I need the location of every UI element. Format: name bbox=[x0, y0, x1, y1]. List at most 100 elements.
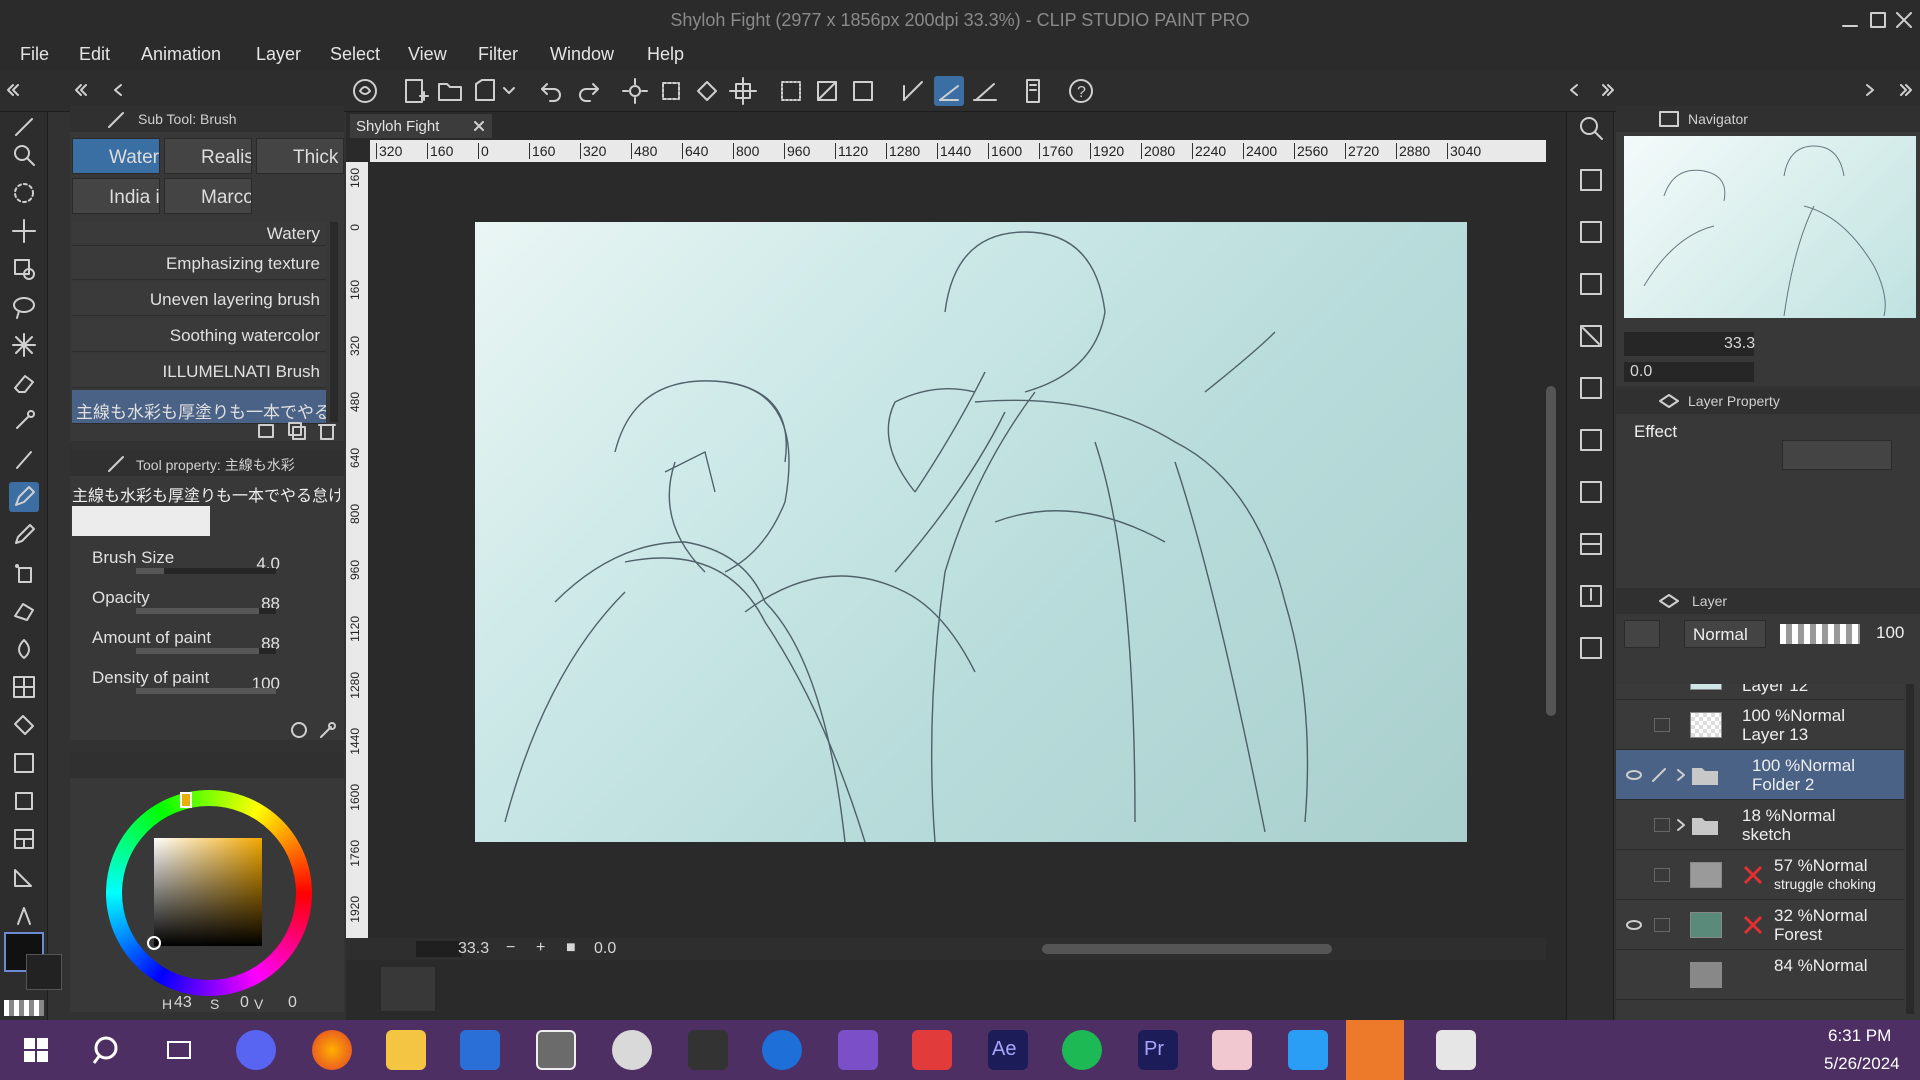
chevron-right-icon[interactable] bbox=[1862, 82, 1878, 98]
menu-select[interactable]: Select bbox=[330, 44, 380, 65]
creative-cloud-icon[interactable] bbox=[912, 1030, 952, 1070]
material-icon[interactable] bbox=[1575, 424, 1607, 456]
brush-item-selected[interactable]: 主線も水彩も厚塗りも一本でやる bbox=[72, 390, 326, 424]
clock-date[interactable]: 5/26/2024 bbox=[1824, 1054, 1900, 1074]
opacity-slider[interactable] bbox=[1780, 624, 1860, 644]
layer-row[interactable]: 57 %Normal struggle choking bbox=[1616, 850, 1904, 900]
battlenet-icon[interactable] bbox=[762, 1030, 802, 1070]
navigator-zoom-value[interactable]: 33.3 bbox=[1724, 335, 1755, 353]
menu-animation[interactable]: Animation bbox=[141, 44, 221, 65]
device-icon[interactable] bbox=[1018, 76, 1048, 106]
gamepad-icon[interactable] bbox=[688, 1030, 728, 1070]
layer-row-selected[interactable]: 100 %Normal Folder 2 bbox=[1616, 750, 1904, 800]
auto-select-icon[interactable] bbox=[9, 330, 39, 360]
layer-scrollbar[interactable] bbox=[1906, 684, 1914, 1014]
expand-right-icon[interactable] bbox=[1600, 82, 1616, 98]
ruler-snap-icon[interactable] bbox=[898, 76, 928, 106]
eye-icon[interactable] bbox=[1626, 768, 1642, 782]
sub-color-swatch[interactable] bbox=[26, 954, 62, 990]
brush-tab-thick[interactable]: Thick bbox=[256, 138, 344, 174]
opacity-value[interactable]: 100 bbox=[1876, 623, 1904, 643]
pen-tool-icon[interactable] bbox=[9, 482, 39, 512]
menu-file[interactable]: File bbox=[20, 44, 49, 65]
lock-toggle[interactable] bbox=[1654, 818, 1670, 832]
selection-icon[interactable] bbox=[656, 76, 686, 106]
material-icon[interactable] bbox=[1575, 372, 1607, 404]
pen-icon[interactable] bbox=[9, 112, 39, 142]
material-icon[interactable] bbox=[1575, 164, 1607, 196]
duplicate-icon[interactable] bbox=[286, 420, 308, 440]
clear-icon[interactable] bbox=[776, 76, 806, 106]
clip-studio-taskbar-icon[interactable] bbox=[536, 1030, 576, 1070]
operation-icon[interactable] bbox=[9, 178, 39, 208]
brush-item[interactable]: Uneven layering brush bbox=[72, 282, 326, 316]
clip-studio-app-icon[interactable] bbox=[1436, 1030, 1476, 1070]
brush-tab-realistic[interactable]: Realis bbox=[164, 138, 252, 174]
fill-icon[interactable] bbox=[692, 76, 722, 106]
close-icon[interactable] bbox=[1892, 8, 1916, 32]
transform-icon[interactable] bbox=[728, 76, 758, 106]
brush-tab-water[interactable]: Water bbox=[72, 138, 160, 174]
fit-icon[interactable]: ■ bbox=[566, 939, 576, 957]
clock-time[interactable]: 6:31 PM bbox=[1828, 1026, 1891, 1046]
pen-icon[interactable] bbox=[1650, 766, 1668, 784]
prop-slider[interactable] bbox=[136, 688, 276, 694]
saturation-value-square[interactable] bbox=[154, 838, 262, 946]
expand-right-icon[interactable] bbox=[1898, 82, 1914, 98]
chevron-down-icon[interactable] bbox=[500, 76, 518, 106]
app-icon[interactable] bbox=[1288, 1030, 1328, 1070]
blend-mode-swatch[interactable] bbox=[1624, 620, 1660, 648]
transparent-color-swatch[interactable] bbox=[4, 1000, 44, 1016]
snap-grid-icon[interactable] bbox=[970, 76, 1000, 106]
blend-icon[interactable] bbox=[9, 634, 39, 664]
search-icon[interactable] bbox=[1575, 112, 1607, 144]
menu-layer[interactable]: Layer bbox=[256, 44, 301, 65]
opacity-prop[interactable]: Opacity 88 bbox=[80, 584, 330, 624]
premiere-pro-icon[interactable]: Pr bbox=[1138, 1030, 1178, 1070]
mask-off-icon[interactable] bbox=[1742, 914, 1764, 936]
brush-tab-india-ink[interactable]: India i bbox=[72, 178, 160, 214]
material-icon[interactable] bbox=[1575, 320, 1607, 352]
fill-bucket-icon[interactable] bbox=[9, 710, 39, 740]
discord-icon[interactable] bbox=[236, 1030, 276, 1070]
prop-slider[interactable] bbox=[136, 648, 276, 654]
prop-slider[interactable] bbox=[136, 568, 276, 574]
effect-buttons[interactable] bbox=[1782, 440, 1892, 470]
zoom-out-button[interactable]: − bbox=[506, 939, 515, 957]
hue-handle[interactable] bbox=[180, 792, 192, 808]
airbrush-icon[interactable] bbox=[9, 558, 39, 588]
decoration-icon[interactable] bbox=[9, 596, 39, 626]
spotify-icon[interactable] bbox=[1062, 1030, 1102, 1070]
app-icon[interactable] bbox=[1212, 1030, 1252, 1070]
shape-icon[interactable] bbox=[9, 786, 39, 816]
after-effects-icon[interactable]: Ae bbox=[988, 1030, 1028, 1070]
amount-of-paint-prop[interactable]: Amount of paint 88 bbox=[80, 624, 330, 664]
windows-start-icon[interactable] bbox=[16, 1030, 56, 1070]
clip-studio-icon[interactable] bbox=[350, 76, 380, 106]
eyedropper-icon[interactable] bbox=[9, 406, 39, 436]
artwork-canvas[interactable] bbox=[475, 222, 1467, 842]
text-icon[interactable] bbox=[9, 900, 39, 930]
zoom-value[interactable]: 33.3 bbox=[458, 940, 489, 958]
grid-icon[interactable] bbox=[1575, 528, 1607, 560]
trash-icon[interactable] bbox=[316, 420, 338, 440]
chevron-left-icon[interactable] bbox=[110, 82, 126, 98]
app-icon[interactable] bbox=[460, 1030, 500, 1070]
firefox-icon[interactable] bbox=[312, 1030, 352, 1070]
search-icon[interactable] bbox=[88, 1030, 128, 1070]
fill-selection-icon[interactable] bbox=[812, 76, 842, 106]
new-file-icon[interactable] bbox=[400, 76, 430, 106]
lock-toggle[interactable] bbox=[1654, 718, 1670, 732]
menu-help[interactable]: Help bbox=[647, 44, 684, 65]
navigator-angle-value[interactable]: 0.0 bbox=[1630, 363, 1652, 381]
wrench-icon[interactable] bbox=[316, 720, 338, 740]
mask-off-icon[interactable] bbox=[1742, 864, 1764, 886]
undo-icon[interactable] bbox=[537, 76, 567, 106]
timeline-toggle[interactable] bbox=[380, 966, 436, 1012]
menu-view[interactable]: View bbox=[408, 44, 447, 65]
open-folder-icon[interactable] bbox=[435, 76, 465, 106]
eraser-icon[interactable] bbox=[9, 368, 39, 398]
material-icon[interactable] bbox=[1575, 476, 1607, 508]
chevron-right-icon[interactable] bbox=[1674, 768, 1688, 782]
brush-item[interactable]: ILLUMELNATI Brush bbox=[72, 354, 326, 388]
